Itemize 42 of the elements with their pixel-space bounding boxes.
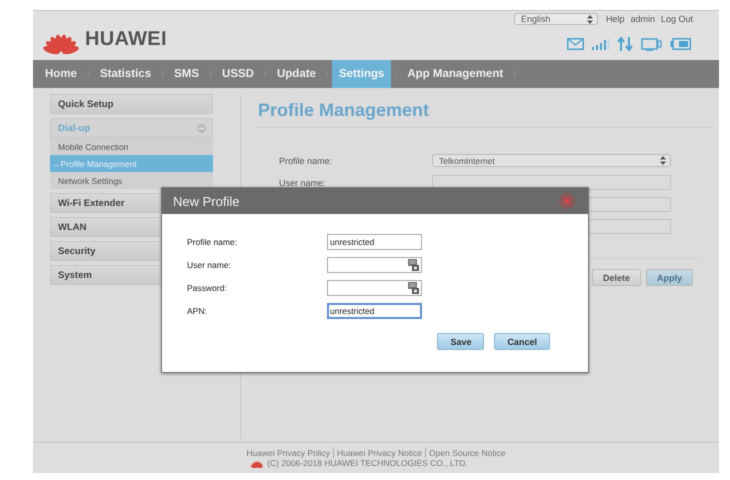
nav-tab[interactable]: App Management [400,60,510,88]
nav-tab[interactable]: USSD [215,60,261,88]
dialog-button[interactable]: Cancel [494,333,550,350]
sidebar-item[interactable]: Quick Setup [50,94,213,114]
input-field[interactable]: unrestricted [327,234,422,250]
header-link[interactable]: Log Out [660,14,693,24]
monitor-icon [641,38,662,50]
collapse-icon [197,124,206,132]
nav-tab[interactable]: SMS [167,60,206,88]
battery-icon [670,38,691,50]
brand-name: HUAWEI [85,28,167,51]
page-button[interactable]: Delete [592,269,641,286]
field-label: Profile name: [279,156,332,166]
keyboard-icon [408,258,419,270]
stepper-icon [586,14,593,24]
keyboard-icon [408,282,419,294]
input-field[interactable] [327,256,422,272]
input-field[interactable] [327,280,422,296]
header-link[interactable]: Help [606,14,624,24]
footer-link[interactable]: Open Source Notice [429,448,506,458]
page-button[interactable]: Apply [646,269,693,286]
header-link[interactable]: admin [630,14,655,24]
field-label: User name: [279,178,326,188]
field-label: Password: [187,282,227,292]
nav-tab[interactable]: Update [270,60,323,88]
transfer-arrows-icon [617,37,633,51]
profile-select[interactable]: TelkomInternet [432,154,671,167]
nav-tab[interactable]: Statistics [92,60,158,88]
signal-icon [592,38,609,50]
mail-icon [567,38,584,50]
field-label: APN: [187,306,207,316]
stepper-icon [660,156,666,165]
copyright-text: (C) 2006-2018 HUAWEI TECHNOLOGIES CO., LTD. [267,458,468,468]
sidebar-subitem[interactable]: Mobile Connection [50,138,213,155]
input-field[interactable]: unrestricted [327,302,422,318]
footer-link[interactable]: Huawei Privacy Policy [246,448,330,458]
nav-tab[interactable]: Home [38,60,84,88]
language-select[interactable]: English [514,13,598,25]
dialog-button[interactable]: Save [437,333,484,350]
sidebar-subitem[interactable]: Network Settings [50,172,213,189]
footer-link[interactable]: Huawei Privacy Notice [337,448,422,458]
page-title: Profile Management [258,100,430,121]
